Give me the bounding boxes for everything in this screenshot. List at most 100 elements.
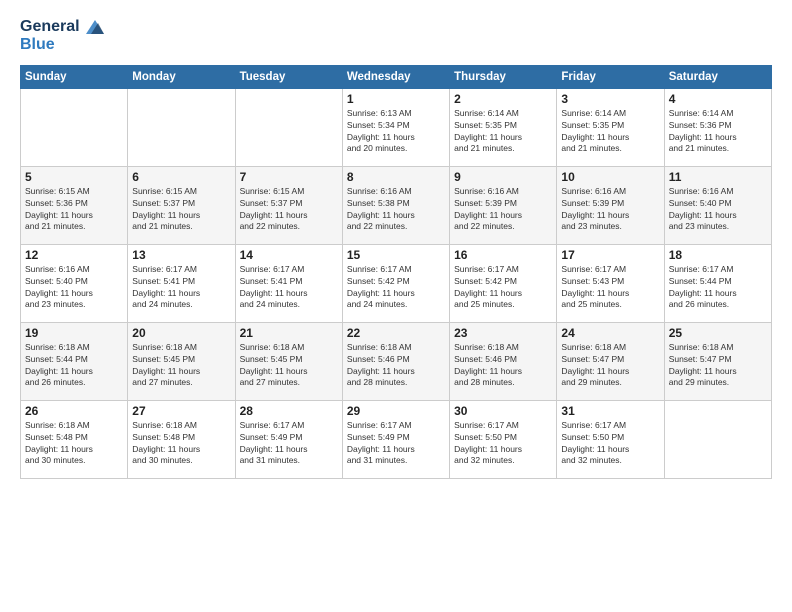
day-info: Sunrise: 6:18 AM Sunset: 5:48 PM Dayligh… [132, 420, 230, 468]
day-info: Sunrise: 6:14 AM Sunset: 5:35 PM Dayligh… [561, 108, 659, 156]
day-number: 12 [25, 248, 123, 262]
day-number: 25 [669, 326, 767, 340]
day-info: Sunrise: 6:17 AM Sunset: 5:41 PM Dayligh… [132, 264, 230, 312]
day-info: Sunrise: 6:14 AM Sunset: 5:36 PM Dayligh… [669, 108, 767, 156]
day-info: Sunrise: 6:13 AM Sunset: 5:34 PM Dayligh… [347, 108, 445, 156]
day-info: Sunrise: 6:18 AM Sunset: 5:47 PM Dayligh… [561, 342, 659, 390]
day-info: Sunrise: 6:17 AM Sunset: 5:50 PM Dayligh… [561, 420, 659, 468]
day-number: 22 [347, 326, 445, 340]
logo: General Blue [20, 18, 104, 55]
day-info: Sunrise: 6:17 AM Sunset: 5:41 PM Dayligh… [240, 264, 338, 312]
table-cell: 3 Sunrise: 6:14 AM Sunset: 5:35 PM Daylig… [557, 88, 664, 166]
day-number: 20 [132, 326, 230, 340]
day-info: Sunrise: 6:18 AM Sunset: 5:46 PM Dayligh… [454, 342, 552, 390]
day-info: Sunrise: 6:15 AM Sunset: 5:37 PM Dayligh… [240, 186, 338, 234]
week-row-4: 19 Sunrise: 6:18 AM Sunset: 5:44 PM Dayli… [21, 322, 772, 400]
table-cell: 22 Sunrise: 6:18 AM Sunset: 5:46 PM Dayli… [342, 322, 449, 400]
table-cell: 30Sunrise: 6:17 AM Sunset: 5:50 PM Dayli… [450, 400, 557, 478]
table-cell: 11 Sunrise: 6:16 AM Sunset: 5:40 PM Dayli… [664, 166, 771, 244]
day-number: 6 [132, 170, 230, 184]
day-number: 1 [347, 92, 445, 106]
day-number: 5 [25, 170, 123, 184]
table-cell: 26 Sunrise: 6:18 AM Sunset: 5:48 PM Dayli… [21, 400, 128, 478]
table-cell: 19 Sunrise: 6:18 AM Sunset: 5:44 PM Dayli… [21, 322, 128, 400]
header: General Blue [20, 18, 772, 55]
table-cell: 23 Sunrise: 6:18 AM Sunset: 5:46 PM Dayli… [450, 322, 557, 400]
table-cell: 20 Sunrise: 6:18 AM Sunset: 5:45 PM Dayli… [128, 322, 235, 400]
week-row-3: 12 Sunrise: 6:16 AM Sunset: 5:40 PM Dayli… [21, 244, 772, 322]
logo-text: General Blue [20, 18, 104, 55]
table-cell: 17Sunrise: 6:17 AM Sunset: 5:43 PM Dayli… [557, 244, 664, 322]
day-number: 31 [561, 404, 659, 418]
day-info: Sunrise: 6:16 AM Sunset: 5:39 PM Dayligh… [561, 186, 659, 234]
table-cell: 29 Sunrise: 6:17 AM Sunset: 5:49 PM Dayli… [342, 400, 449, 478]
header-sunday: Sunday [21, 65, 128, 88]
day-number: 29 [347, 404, 445, 418]
day-number: 24 [561, 326, 659, 340]
page: General Blue Sunday Monday Tuesday Wedne… [0, 0, 792, 612]
week-row-5: 26 Sunrise: 6:18 AM Sunset: 5:48 PM Dayli… [21, 400, 772, 478]
day-number: 8 [347, 170, 445, 184]
day-number: 9 [454, 170, 552, 184]
day-info: Sunrise: 6:15 AM Sunset: 5:37 PM Dayligh… [132, 186, 230, 234]
day-number: 30 [454, 404, 552, 418]
day-number: 27 [132, 404, 230, 418]
day-number: 28 [240, 404, 338, 418]
day-number: 23 [454, 326, 552, 340]
day-info: Sunrise: 6:18 AM Sunset: 5:45 PM Dayligh… [240, 342, 338, 390]
table-cell: 25 Sunrise: 6:18 AM Sunset: 5:47 PM Dayli… [664, 322, 771, 400]
day-number: 17 [561, 248, 659, 262]
day-info: Sunrise: 6:17 AM Sunset: 5:42 PM Dayligh… [347, 264, 445, 312]
weekday-header-row: Sunday Monday Tuesday Wednesday Thursday… [21, 65, 772, 88]
day-info: Sunrise: 6:17 AM Sunset: 5:49 PM Dayligh… [347, 420, 445, 468]
day-number: 14 [240, 248, 338, 262]
header-saturday: Saturday [664, 65, 771, 88]
header-thursday: Thursday [450, 65, 557, 88]
week-row-1: 1 Sunrise: 6:13 AM Sunset: 5:34 PM Daylig… [21, 88, 772, 166]
day-info: Sunrise: 6:16 AM Sunset: 5:40 PM Dayligh… [669, 186, 767, 234]
table-cell: 4 Sunrise: 6:14 AM Sunset: 5:36 PM Daylig… [664, 88, 771, 166]
table-cell: 8 Sunrise: 6:16 AM Sunset: 5:38 PM Daylig… [342, 166, 449, 244]
table-cell: 5Sunrise: 6:15 AM Sunset: 5:36 PM Daylig… [21, 166, 128, 244]
day-info: Sunrise: 6:17 AM Sunset: 5:42 PM Dayligh… [454, 264, 552, 312]
table-cell [21, 88, 128, 166]
header-tuesday: Tuesday [235, 65, 342, 88]
day-info: Sunrise: 6:16 AM Sunset: 5:39 PM Dayligh… [454, 186, 552, 234]
day-number: 16 [454, 248, 552, 262]
header-wednesday: Wednesday [342, 65, 449, 88]
table-cell: 9 Sunrise: 6:16 AM Sunset: 5:39 PM Daylig… [450, 166, 557, 244]
day-number: 4 [669, 92, 767, 106]
table-cell: 1 Sunrise: 6:13 AM Sunset: 5:34 PM Daylig… [342, 88, 449, 166]
day-number: 11 [669, 170, 767, 184]
day-number: 19 [25, 326, 123, 340]
day-info: Sunrise: 6:16 AM Sunset: 5:38 PM Dayligh… [347, 186, 445, 234]
table-cell: 24 Sunrise: 6:18 AM Sunset: 5:47 PM Dayli… [557, 322, 664, 400]
day-number: 3 [561, 92, 659, 106]
day-info: Sunrise: 6:18 AM Sunset: 5:48 PM Dayligh… [25, 420, 123, 468]
table-cell [128, 88, 235, 166]
table-cell: 10 Sunrise: 6:16 AM Sunset: 5:39 PM Dayli… [557, 166, 664, 244]
day-info: Sunrise: 6:18 AM Sunset: 5:47 PM Dayligh… [669, 342, 767, 390]
header-friday: Friday [557, 65, 664, 88]
table-cell: 15 Sunrise: 6:17 AM Sunset: 5:42 PM Dayli… [342, 244, 449, 322]
table-cell: 2 Sunrise: 6:14 AM Sunset: 5:35 PM Daylig… [450, 88, 557, 166]
table-cell: 28Sunrise: 6:17 AM Sunset: 5:49 PM Dayli… [235, 400, 342, 478]
day-number: 7 [240, 170, 338, 184]
day-number: 2 [454, 92, 552, 106]
day-info: Sunrise: 6:14 AM Sunset: 5:35 PM Dayligh… [454, 108, 552, 156]
table-cell: 18Sunrise: 6:17 AM Sunset: 5:44 PM Dayli… [664, 244, 771, 322]
week-row-2: 5Sunrise: 6:15 AM Sunset: 5:36 PM Daylig… [21, 166, 772, 244]
day-info: Sunrise: 6:18 AM Sunset: 5:45 PM Dayligh… [132, 342, 230, 390]
day-info: Sunrise: 6:18 AM Sunset: 5:44 PM Dayligh… [25, 342, 123, 390]
day-number: 10 [561, 170, 659, 184]
table-cell: 6 Sunrise: 6:15 AM Sunset: 5:37 PM Daylig… [128, 166, 235, 244]
day-number: 15 [347, 248, 445, 262]
calendar-table: Sunday Monday Tuesday Wednesday Thursday… [20, 65, 772, 479]
day-info: Sunrise: 6:18 AM Sunset: 5:46 PM Dayligh… [347, 342, 445, 390]
table-cell: 14 Sunrise: 6:17 AM Sunset: 5:41 PM Dayli… [235, 244, 342, 322]
day-info: Sunrise: 6:16 AM Sunset: 5:40 PM Dayligh… [25, 264, 123, 312]
table-cell [235, 88, 342, 166]
table-cell: 7 Sunrise: 6:15 AM Sunset: 5:37 PM Daylig… [235, 166, 342, 244]
header-monday: Monday [128, 65, 235, 88]
day-number: 26 [25, 404, 123, 418]
